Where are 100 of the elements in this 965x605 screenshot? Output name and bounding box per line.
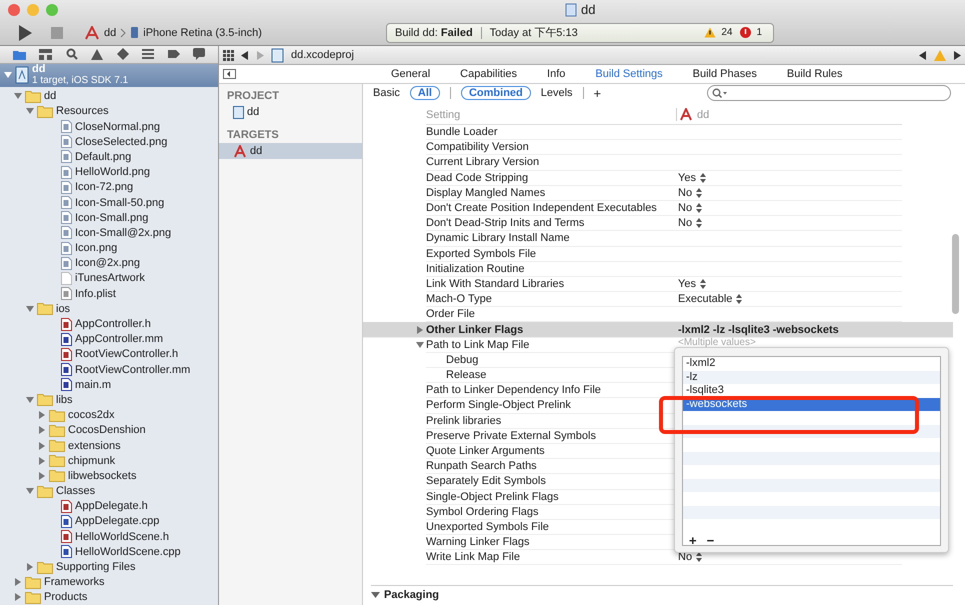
file-name[interactable]: HelloWorld.png	[75, 166, 150, 178]
file-name[interactable]: cocos2dx	[68, 409, 114, 422]
stepper-icon[interactable]	[736, 294, 742, 304]
disclosure-icon[interactable]	[26, 563, 34, 572]
disclosure-icon[interactable]	[371, 591, 380, 600]
search-field[interactable]	[707, 85, 951, 101]
file-name[interactable]: chipmunk	[68, 454, 116, 467]
stepper-icon[interactable]	[700, 278, 706, 289]
file-name[interactable]: RootViewController.h	[75, 348, 178, 360]
add-flag-button[interactable]: +	[689, 532, 697, 548]
disclosure-icon[interactable]	[26, 487, 34, 496]
file-name[interactable]: AppController.h	[75, 318, 151, 330]
editor-tab[interactable]: General	[376, 68, 446, 80]
file-name[interactable]: CloseNormal.png	[75, 120, 160, 133]
disclosure-icon[interactable]	[38, 472, 46, 480]
file-name[interactable]: AppController.mm	[75, 333, 164, 346]
file-name[interactable]: AppDelegate.cpp	[75, 515, 160, 528]
destination-name[interactable]: iPhone Retina (3.5-inch)	[143, 26, 262, 38]
setting-value[interactable]: No	[678, 202, 692, 214]
file-path[interactable]: dd.xcodeproj	[291, 49, 354, 61]
setting-value[interactable]: -lxml2 -lz -lsqlite3 -websockets	[678, 324, 839, 336]
file-name[interactable]: Info.plist	[75, 288, 116, 300]
disclosure-icon[interactable]	[38, 411, 46, 420]
target-item[interactable]: dd	[219, 104, 362, 120]
setting-value[interactable]: Executable	[678, 293, 732, 306]
file-name[interactable]: Frameworks	[44, 576, 105, 588]
filter-pill[interactable]: All	[410, 86, 440, 100]
remove-flag-button[interactable]: −	[706, 532, 714, 548]
disclosure-icon[interactable]	[26, 107, 34, 116]
file-name[interactable]: HelloWorldScene.cpp	[75, 546, 181, 558]
disclosure-icon[interactable]	[14, 92, 22, 100]
disclosure-icon[interactable]	[416, 340, 424, 349]
file-name[interactable]: Supporting Files	[56, 561, 136, 574]
file-name[interactable]: iTunesArtwork	[75, 272, 145, 284]
file-name[interactable]: Icon-Small-50.png	[75, 196, 164, 209]
file-name[interactable]: Icon@2x.png	[75, 257, 140, 270]
file-name[interactable]: libwebsockets	[68, 470, 136, 482]
file-name[interactable]: Icon.png	[75, 242, 118, 254]
folder-icon[interactable]	[12, 48, 26, 60]
file-name[interactable]: Products	[44, 591, 88, 604]
stepper-icon[interactable]	[696, 203, 702, 214]
flag-item[interactable]: -websockets	[686, 398, 748, 410]
filter-option[interactable]: Basic	[373, 87, 400, 99]
target-item[interactable]: dd	[219, 143, 362, 159]
file-name[interactable]: CocosDenshion	[68, 424, 146, 436]
disclosure-icon[interactable]	[38, 442, 46, 450]
file-name[interactable]: Resources	[56, 105, 109, 118]
scheme-name[interactable]: dd	[104, 26, 116, 38]
setting-value[interactable]: Yes	[678, 278, 696, 290]
error-count[interactable]: 1	[756, 27, 762, 38]
disclosure-icon[interactable]	[14, 578, 22, 586]
sidebar-toggle-icon[interactable]	[223, 69, 236, 79]
back-icon[interactable]	[241, 50, 249, 60]
file-name[interactable]: Icon-Small.png	[75, 212, 148, 224]
disclosure-icon[interactable]	[38, 426, 46, 434]
file-name[interactable]: Classes	[56, 485, 96, 498]
file-name[interactable]: Icon-72.png	[75, 181, 134, 194]
file-name[interactable]: extensions	[68, 440, 121, 452]
setting-value[interactable]: Yes	[678, 172, 696, 184]
file-name[interactable]: libs	[56, 394, 73, 406]
highlighted-row[interactable]: Other Linker Flags -lxml2 -lz -lsqlite3 -websockets	[363, 322, 953, 338]
previous-issue-icon[interactable]	[919, 50, 927, 60]
file-name[interactable]: Icon-Small@2x.png	[75, 226, 172, 239]
warning-icon[interactable]	[91, 48, 104, 60]
editor-tab[interactable]: Build Settings	[580, 68, 678, 80]
editor-tab[interactable]: Capabilities	[445, 68, 532, 80]
setting-value[interactable]: No	[678, 551, 692, 564]
close-light[interactable]	[8, 4, 20, 16]
file-name[interactable]: dd	[44, 90, 56, 102]
hierarchy-icon[interactable]	[39, 48, 52, 60]
search-icon[interactable]	[66, 48, 78, 60]
flag-item[interactable]: -lz	[686, 370, 698, 382]
run-icon[interactable]	[16, 24, 34, 42]
editor-tab[interactable]: Info	[532, 68, 580, 80]
grid-icon[interactable]	[223, 50, 234, 60]
speech-bubble-icon[interactable]	[193, 48, 206, 60]
setting-value[interactable]: No	[678, 186, 692, 199]
disclosure-icon[interactable]	[416, 326, 424, 334]
list-icon[interactable]	[142, 49, 154, 60]
file-name[interactable]: main.m	[75, 378, 112, 391]
flag-item[interactable]: -lxml2	[686, 357, 716, 369]
diamond-icon[interactable]	[116, 48, 129, 60]
disclosure-icon[interactable]	[26, 396, 34, 404]
file-name[interactable]: Default.png	[75, 150, 132, 163]
file-name[interactable]: ios	[56, 302, 70, 315]
stepper-icon[interactable]	[696, 218, 702, 228]
stepper-icon[interactable]	[696, 552, 702, 562]
add-setting-button[interactable]: +	[594, 86, 602, 100]
next-issue-icon[interactable]	[953, 50, 961, 60]
warning-count[interactable]: 24	[721, 27, 732, 38]
editor-tab[interactable]: Build Phases	[678, 68, 772, 80]
stop-icon[interactable]	[50, 26, 64, 40]
file-name[interactable]: CloseSelected.png	[75, 136, 168, 148]
stepper-icon[interactable]	[700, 172, 706, 183]
stepper-icon[interactable]	[696, 188, 702, 198]
tag-icon[interactable]	[168, 49, 180, 60]
flag-item[interactable]: -lsqlite3	[686, 384, 724, 396]
file-name[interactable]: AppDelegate.h	[75, 500, 148, 512]
list-row[interactable]: -lz	[683, 370, 940, 384]
editor-tab[interactable]: Build Rules	[772, 68, 858, 80]
